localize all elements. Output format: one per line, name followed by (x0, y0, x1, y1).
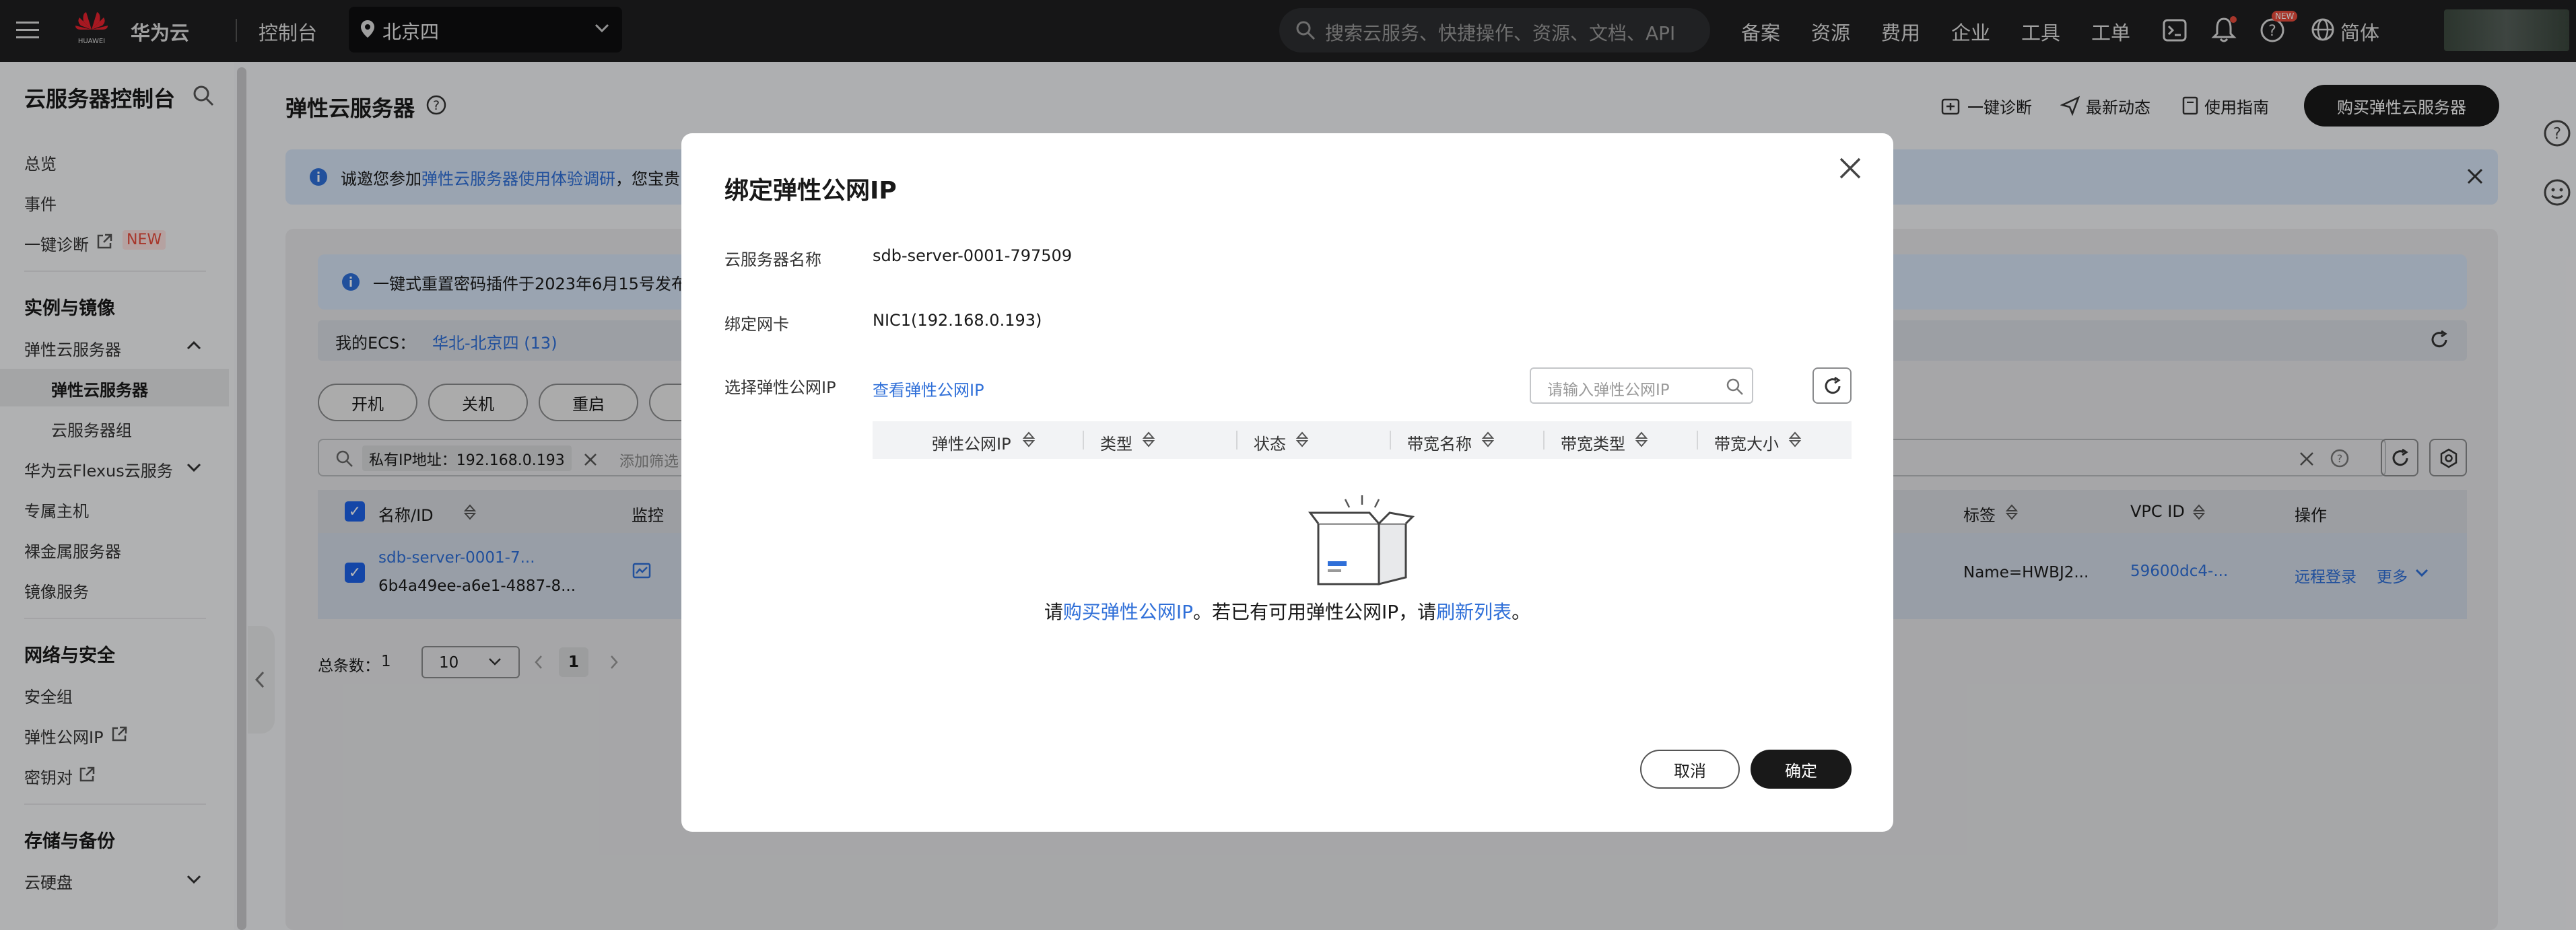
nic-value: NIC1(192.168.0.193) (873, 311, 1042, 330)
col-eip[interactable]: 弹性公网IP (932, 431, 1011, 454)
eip-search-input[interactable]: 请输入弹性公网IP (1530, 367, 1753, 404)
cancel-button[interactable]: 取消 (1640, 750, 1740, 789)
nic-label: 绑定网卡 (724, 315, 789, 334)
empty-suffix: 。 (1512, 601, 1531, 623)
eip-refresh-button[interactable] (1812, 367, 1852, 404)
col-bandwidth-size[interactable]: 带宽大小 (1714, 431, 1779, 454)
sort-icon[interactable] (1142, 431, 1155, 448)
empty-state-text: 请购买弹性公网IP。若已有可用弹性公网IP，请刷新列表。 (681, 598, 1893, 624)
close-icon[interactable] (1838, 156, 1862, 180)
divider (1390, 431, 1391, 450)
refresh-icon (1823, 376, 1843, 396)
server-name-value: sdb-server-0001-797509 (873, 246, 1073, 265)
buy-eip-link[interactable]: 购买弹性公网IP (1063, 601, 1193, 623)
empty-middle: 。若已有可用弹性公网IP，请 (1192, 601, 1437, 623)
col-type[interactable]: 类型 (1100, 431, 1132, 454)
sort-icon[interactable] (1481, 431, 1495, 448)
eip-table-header: 弹性公网IP 类型 状态 带宽名称 带宽类型 带宽大小 (873, 421, 1852, 459)
select-eip-label: 选择弹性公网IP (724, 378, 836, 397)
server-name-label: 云服务器名称 (724, 250, 821, 269)
col-bandwidth-type[interactable]: 带宽类型 (1561, 431, 1625, 454)
eip-search-placeholder: 请输入弹性公网IP (1547, 382, 1670, 399)
divider (1236, 431, 1238, 450)
dialog-title: 绑定弹性公网IP (724, 177, 897, 205)
sort-icon[interactable] (1022, 431, 1036, 448)
sort-icon[interactable] (1295, 431, 1309, 448)
divider (1543, 431, 1545, 450)
col-status[interactable]: 状态 (1254, 431, 1286, 454)
empty-prefix: 请 (1044, 601, 1063, 623)
sort-icon[interactable] (1635, 431, 1648, 448)
sort-icon[interactable] (1788, 431, 1802, 448)
empty-box-icon (1305, 490, 1419, 591)
search-icon (1726, 378, 1744, 396)
view-eip-link[interactable]: 查看弹性公网IP (873, 377, 984, 400)
col-bandwidth-name[interactable]: 带宽名称 (1407, 431, 1472, 454)
confirm-button[interactable]: 确定 (1751, 750, 1852, 789)
bind-eip-dialog: 绑定弹性公网IP 云服务器名称 sdb-server-0001-797509 绑… (681, 133, 1893, 832)
divider (1083, 431, 1084, 450)
divider (1697, 431, 1698, 450)
refresh-list-link[interactable]: 刷新列表 (1436, 601, 1512, 623)
